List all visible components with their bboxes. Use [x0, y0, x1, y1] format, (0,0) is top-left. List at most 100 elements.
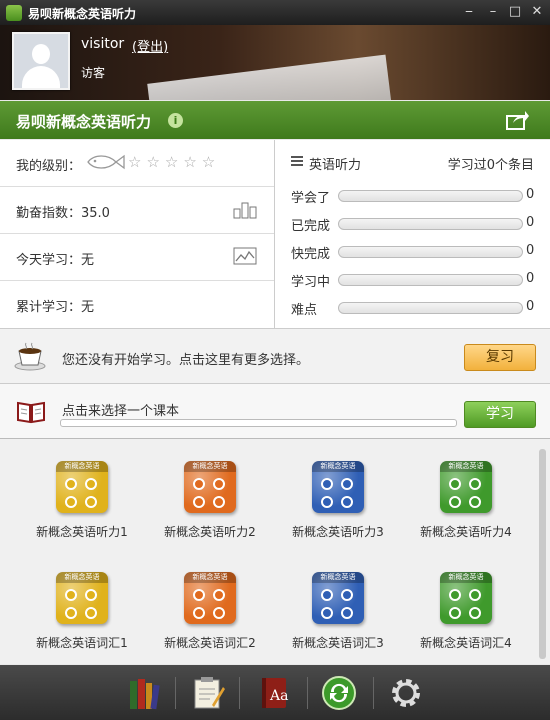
user-name: visitor	[81, 36, 125, 52]
settings-icon[interactable]	[388, 675, 424, 711]
avatar-head	[32, 44, 50, 64]
book-cover[interactable]: 新概念英语	[440, 572, 492, 624]
book-cover[interactable]: 新概念英语	[56, 572, 108, 624]
cover-dot	[193, 496, 205, 508]
cover-dot	[469, 589, 481, 601]
cover-dot	[449, 496, 461, 508]
library-icon[interactable]	[126, 675, 162, 711]
book-cover[interactable]: 新概念英语	[312, 461, 364, 513]
cover-dot	[193, 478, 205, 490]
stats-icon[interactable]	[233, 199, 257, 219]
progress-value: 0	[526, 271, 535, 286]
cover-dot	[65, 478, 77, 490]
book-tile[interactable]: 新概念英语 新概念英语词汇1	[18, 550, 146, 650]
book-cover[interactable]: 新概念英语	[184, 572, 236, 624]
book-cover-text: 新概念英语	[440, 572, 492, 583]
cover-dot	[213, 478, 225, 490]
progress-count: 学习过0个条目	[447, 158, 534, 173]
book-cover[interactable]: 新概念英语	[184, 461, 236, 513]
info-icon[interactable]: i	[168, 113, 183, 128]
cover-dot	[65, 496, 77, 508]
cover-dot	[449, 478, 461, 490]
coffee-icon	[14, 342, 46, 371]
progress-value: 0	[526, 215, 535, 230]
book-cover[interactable]: 新概念英语	[312, 572, 364, 624]
today-label: 今天学习：无	[16, 253, 95, 268]
cover-dot	[341, 589, 353, 601]
progress-row: 难点 0	[291, 297, 536, 318]
progress-bar	[338, 218, 523, 230]
minimize-icon[interactable]: ⎯	[460, 4, 478, 20]
scrollbar[interactable]	[539, 449, 546, 659]
progress-label: 难点	[291, 303, 318, 318]
cover-dot	[65, 589, 77, 601]
progress-bar	[338, 246, 523, 258]
book-cover-text: 新概念英语	[56, 572, 108, 583]
book-label[interactable]: 新概念英语听力1	[18, 523, 146, 540]
book-cover-text: 新概念英语	[440, 461, 492, 472]
cover-dot	[85, 496, 97, 508]
close-icon[interactable]: ✕	[528, 4, 546, 20]
book-label[interactable]: 新概念英语词汇4	[402, 634, 530, 651]
book-label[interactable]: 新概念英语词汇1	[18, 634, 146, 651]
book-grid: 新概念英语 新概念英语听力1 新概念英语 新概念英语听力2 新概念英语 新概念英…	[0, 439, 550, 664]
book-tile[interactable]: 新概念英语 新概念英语听力2	[146, 439, 274, 539]
cover-dot	[449, 607, 461, 619]
notes-icon[interactable]	[190, 675, 226, 711]
book-cover[interactable]: 新概念英语	[440, 461, 492, 513]
book-tile[interactable]: 新概念英语 新概念英语听力4	[402, 439, 530, 539]
book-tile[interactable]: 新概念英语 新概念英语听力3	[274, 439, 402, 539]
book-label[interactable]: 新概念英语词汇2	[146, 634, 274, 651]
minimize-button[interactable]: –	[484, 4, 502, 20]
chart-icon[interactable]	[233, 246, 257, 266]
logout-label[interactable]: (登出)	[132, 40, 168, 55]
dictionary-icon[interactable]: Aa	[256, 675, 292, 711]
book-label[interactable]: 新概念英语听力4	[402, 523, 530, 540]
progress-title: 英语听力	[309, 158, 362, 173]
course-text[interactable]: 点击来选择一个课本	[62, 400, 179, 419]
book-label[interactable]: 新概念英语听力3	[274, 523, 402, 540]
cover-dot	[193, 589, 205, 601]
fish-icon	[87, 154, 125, 170]
avatar[interactable]	[12, 32, 70, 90]
progress-label: 学习中	[291, 275, 331, 290]
progress-value: 0	[526, 243, 535, 258]
avatar-body	[22, 66, 60, 88]
cover-dot	[213, 496, 225, 508]
book-tile[interactable]: 新概念英语 新概念英语词汇4	[402, 550, 530, 650]
restore-icon[interactable]: □	[506, 4, 524, 20]
book-label[interactable]: 新概念英语听力2	[146, 523, 274, 540]
review-button[interactable]: 复习	[464, 344, 536, 371]
cover-dot	[469, 478, 481, 490]
book-tile[interactable]: 新概念英语 新概念英语词汇2	[146, 550, 274, 650]
cover-dot	[213, 589, 225, 601]
level-column: 我的级别： ☆☆☆☆☆ 勤奋指数：35.0 今天学习：无 累计学习：无	[0, 140, 275, 328]
review-text[interactable]: 您还没有开始学习。点击这里有更多选择。	[62, 349, 309, 368]
study-button[interactable]: 学习	[464, 401, 536, 428]
share-icon[interactable]	[506, 110, 530, 130]
course-row[interactable]: 点击来选择一个课本 学习	[0, 384, 550, 439]
app-icon	[6, 5, 22, 21]
today-row: 今天学习：无	[0, 234, 274, 281]
banner-paper	[147, 54, 393, 100]
level-row: 我的级别： ☆☆☆☆☆	[0, 140, 274, 187]
cover-dot	[85, 478, 97, 490]
book-tile[interactable]: 新概念英语 新概念英语听力1	[18, 439, 146, 539]
cover-dot	[321, 496, 333, 508]
banner-title: 易呗新概念英语听力	[16, 113, 152, 131]
cover-dot	[213, 607, 225, 619]
book-cover-text: 新概念英语	[312, 572, 364, 583]
progress-label: 学会了	[291, 191, 331, 206]
progress-label: 已完成	[291, 219, 331, 234]
book-label[interactable]: 新概念英语词汇3	[274, 634, 402, 651]
cover-dot	[321, 607, 333, 619]
review-row[interactable]: 您还没有开始学习。点击这里有更多选择。 复习	[0, 329, 550, 384]
book-icon	[17, 401, 45, 424]
book-cover-text: 新概念英语	[312, 461, 364, 472]
sync-icon[interactable]	[321, 675, 357, 711]
level-stars: ☆☆☆☆☆	[128, 153, 221, 171]
logout-link[interactable]: (登出)	[132, 36, 168, 55]
book-cover[interactable]: 新概念英语	[56, 461, 108, 513]
menu-icon[interactable]	[291, 156, 303, 166]
book-tile[interactable]: 新概念英语 新概念英语词汇3	[274, 550, 402, 650]
